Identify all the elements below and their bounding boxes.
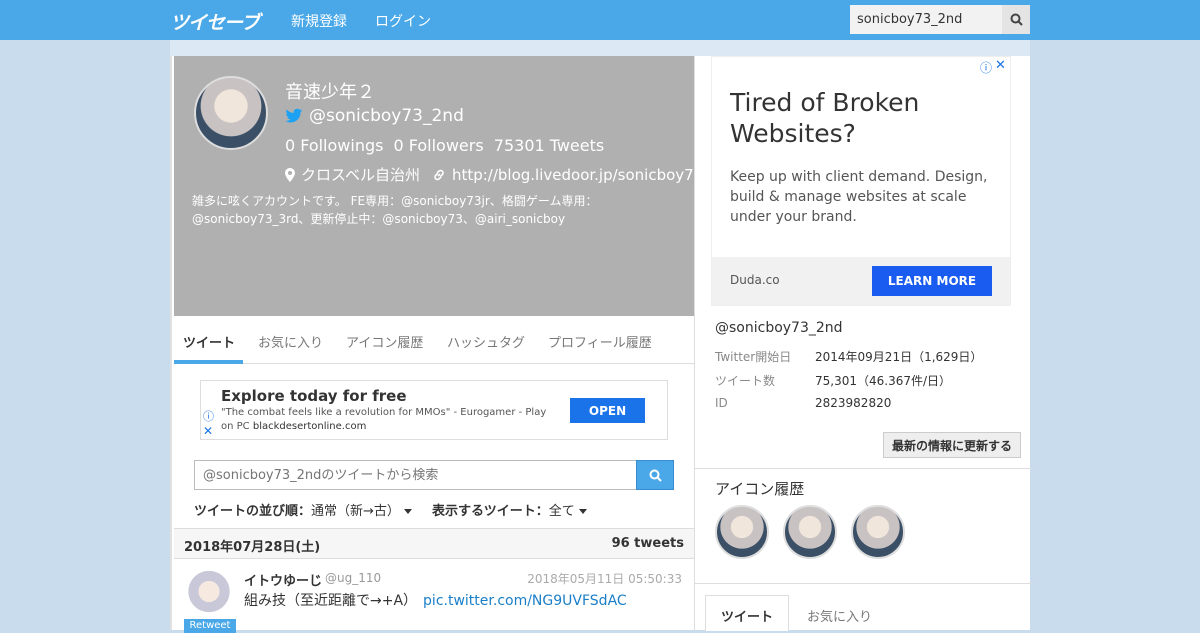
icon-history-avatar[interactable]	[851, 505, 905, 559]
profile-url[interactable]: http://blog.livedoor.jp/sonicboy73	[452, 166, 703, 184]
tweet-item: Retweet イトウゆーじ @ug_110 2018年05月11日 05:50…	[174, 559, 694, 633]
followers-label: Followers	[408, 136, 484, 155]
right-tab-favorites[interactable]: お気に入り	[807, 606, 872, 625]
sort-order-label: ツイートの並び順：	[194, 504, 312, 519]
twitter-bird-icon	[285, 108, 303, 123]
header-search	[850, 5, 1030, 34]
tweet-author-handle[interactable]: @ug_110	[325, 571, 381, 585]
profile-tabs: ツイート お気に入り アイコン履歴 ハッシュタグ プロフィール履歴	[174, 316, 694, 364]
tweet-filter-dropdown[interactable]: 表示するツイート：全て	[432, 500, 587, 519]
tweet-text: 組み技（至近距離で→+A） pic.twitter.com/NG9UVFSdAC	[244, 590, 627, 610]
retweet-badge: Retweet	[184, 619, 236, 633]
profile-location: クロスベル自治州	[301, 166, 420, 184]
icon-history-avatar[interactable]	[715, 505, 769, 559]
info-key: Twitter開始日	[715, 350, 792, 364]
sidebar-ad-brand: Duda.co	[730, 273, 780, 287]
divider	[695, 583, 1033, 584]
tweet-filter-label: 表示するツイート：	[432, 504, 549, 519]
site-logo[interactable]: ツイセーブ	[170, 8, 260, 35]
tweets-label: Tweets	[549, 136, 605, 155]
active-tab-indicator	[174, 360, 243, 364]
followers-count: 0	[393, 136, 404, 155]
profile-handle[interactable]: @sonicboy73_2nd	[285, 106, 464, 126]
tweet-search	[194, 460, 674, 490]
profile-bio: 雑多に呟くアカウントです。 FE専用：@sonicboy73jr、格闘ゲーム専用…	[192, 194, 598, 226]
tab-profile-history[interactable]: プロフィール履歴	[548, 332, 652, 351]
profile-location-row: クロスベル自治州 http://blog.livedoor.jp/sonicbo…	[285, 164, 703, 185]
main-container: 音速少年２ @sonicboy73_2nd 0 Followings 0 Follo…	[170, 56, 1033, 633]
sidebar-ad-body: Keep up with client demand. Design, buil…	[730, 169, 988, 225]
top-strip	[170, 40, 1030, 56]
ad-description: "The combat feels like a revolution for …	[221, 406, 551, 434]
account-handle: @sonicboy73_2nd	[715, 320, 843, 336]
profile-stats: 0 Followings 0 Followers 75301 Tweets	[285, 136, 609, 155]
tweet-timestamp[interactable]: 2018年05月11日 05:50:33	[527, 570, 682, 587]
learn-more-button[interactable]: LEARN MORE	[872, 266, 992, 296]
tweets-count: 75301	[493, 136, 545, 155]
header-search-input[interactable]	[850, 5, 1002, 34]
sort-order-value: 通常（新→古）	[311, 504, 400, 519]
nav-signup-link[interactable]: 新規登録	[291, 11, 347, 31]
info-value: 2823982820	[815, 396, 892, 410]
tweet-search-input[interactable]	[194, 460, 637, 490]
icon-history-avatar[interactable]	[783, 505, 837, 559]
right-tab-tweets[interactable]: ツイート	[721, 606, 773, 625]
tab-icon-history[interactable]: アイコン履歴	[346, 332, 423, 351]
link-icon	[434, 169, 444, 180]
followings-label: Followings	[300, 136, 384, 155]
search-icon	[649, 469, 662, 482]
info-key: ID	[715, 396, 728, 410]
tab-tweets[interactable]: ツイート	[183, 332, 235, 351]
divider	[695, 468, 1033, 469]
tweet-filter-value: 全て	[548, 504, 575, 519]
refresh-info-button[interactable]: 最新の情報に更新する	[883, 432, 1021, 458]
tab-favorites[interactable]: お気に入り	[258, 332, 323, 351]
header-search-button[interactable]	[1002, 5, 1030, 34]
tweet-body: 組み技（至近距離で→+A）	[244, 593, 418, 609]
sort-order-dropdown[interactable]: ツイートの並び順：通常（新→古）	[194, 500, 412, 519]
search-icon	[1010, 13, 1023, 26]
tweet-author-name[interactable]: イトウゆーじ	[244, 570, 322, 589]
ad-title: Explore today for free	[221, 387, 407, 405]
ad-info-icon[interactable]: ⓘ	[980, 59, 992, 76]
ad-info-icon[interactable]: ⓘ	[203, 408, 214, 424]
sidebar-ad[interactable]: Tired of Broken Websites? Keep up with c…	[711, 56, 1011, 306]
tweet-search-button[interactable]	[636, 460, 674, 490]
sidebar-ad-headline: Tired of Broken Websites?	[730, 88, 920, 148]
top-bar: ツイセーブ 新規登録 ログイン	[0, 0, 1200, 40]
profile-avatar[interactable]	[194, 76, 268, 150]
info-key: ツイート数	[715, 374, 776, 388]
ad-close-icon[interactable]: ✕	[203, 424, 213, 438]
chevron-down-icon	[578, 509, 587, 514]
sidebar-ad-footer: Duda.co LEARN MORE	[712, 257, 1010, 305]
tweet-avatar[interactable]	[184, 569, 234, 619]
ad-open-button[interactable]: OPEN	[570, 398, 645, 423]
tweet-media-link[interactable]: pic.twitter.com/NG9UVFSdAC	[423, 593, 627, 609]
info-value: 75,301（46.367件/日）	[815, 374, 952, 388]
date-header-date: 2018年07月28日(土)	[184, 540, 321, 555]
tab-hashtags[interactable]: ハッシュタグ	[447, 332, 525, 351]
date-header: 2018年07月28日(土) 96 tweets	[174, 528, 694, 559]
followings-count: 0	[285, 136, 296, 155]
icon-history-title: アイコン履歴	[715, 480, 805, 498]
profile-name: 音速少年２	[285, 82, 375, 103]
right-sidebar: Tired of Broken Websites? Keep up with c…	[694, 56, 1033, 631]
location-pin-icon	[285, 167, 295, 182]
info-value: 2014年09月21日（1,629日）	[815, 350, 983, 364]
chevron-down-icon	[403, 509, 412, 514]
profile-card: 音速少年２ @sonicboy73_2nd 0 Followings 0 Follo…	[174, 56, 703, 316]
ad-domain: blackdesertonline.com	[252, 421, 367, 432]
profile-handle-text: @sonicboy73_2nd	[309, 106, 464, 126]
banner-ad[interactable]: Explore today for free "The combat feels…	[200, 380, 668, 440]
ad-close-icon[interactable]: ✕	[995, 58, 1006, 73]
nav-login-link[interactable]: ログイン	[375, 11, 431, 31]
date-header-count: 96 tweets	[611, 536, 684, 551]
